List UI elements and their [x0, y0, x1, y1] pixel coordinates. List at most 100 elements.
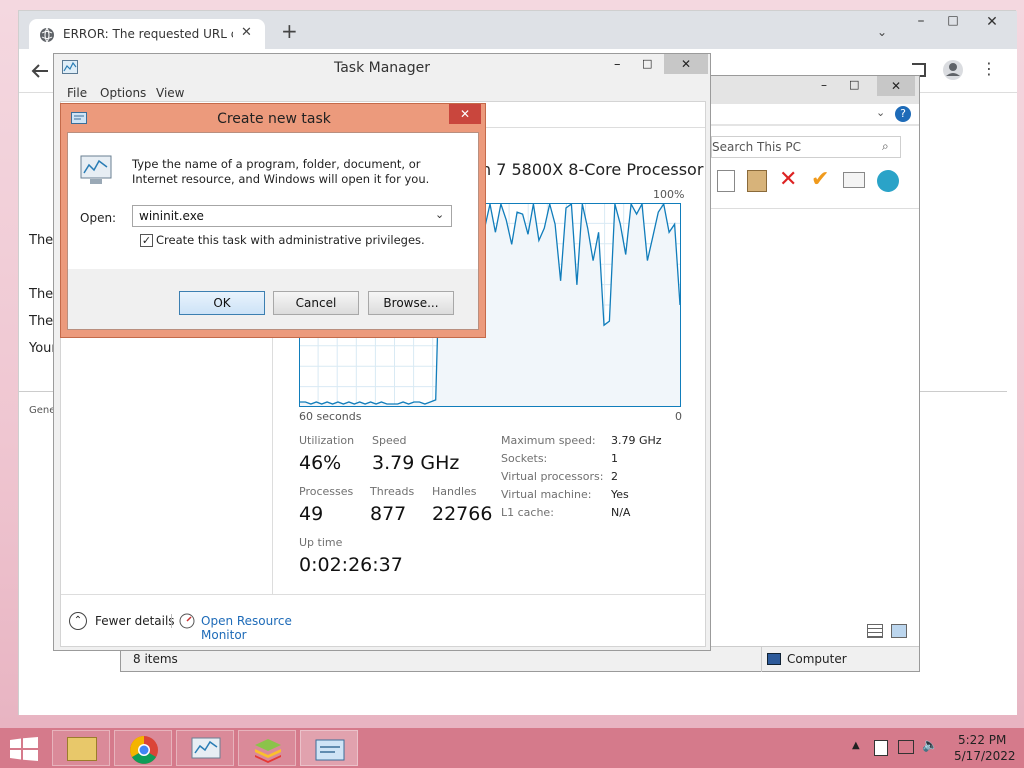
open-resource-monitor-label: Open Resource Monitor: [201, 614, 292, 642]
computer-icon: [767, 653, 781, 665]
back-arrow-icon[interactable]: [31, 63, 49, 79]
dialog-description: Type the name of a program, folder, docu…: [132, 157, 430, 186]
handles-label: Handles: [432, 485, 477, 498]
open-resource-monitor-link[interactable]: Open Resource Monitor: [179, 612, 339, 642]
spec-value: Yes: [611, 488, 629, 501]
browse-button[interactable]: Browse...: [368, 291, 454, 315]
tm-maximize-button[interactable]: □: [642, 57, 652, 70]
dialog-content-area: Type the name of a program, folder, docu…: [68, 133, 478, 269]
utilization-label: Utilization: [299, 434, 355, 447]
task-manager-large-icon: [80, 155, 112, 184]
run-dialog-taskbar-button[interactable]: [300, 730, 358, 766]
windows-start-icon[interactable]: [10, 737, 38, 761]
tab-close-icon[interactable]: ✕: [241, 25, 252, 40]
tm-minimize-button[interactable]: –: [614, 57, 621, 72]
dialog-body: Type the name of a program, folder, docu…: [67, 132, 479, 330]
file-explorer-taskbar-button[interactable]: [52, 730, 110, 766]
ribbon-chevron-icon[interactable]: ⌄: [876, 106, 885, 119]
run-taskbar-icon: [315, 739, 345, 761]
ok-button[interactable]: OK: [179, 291, 265, 315]
cancel-button[interactable]: Cancel: [273, 291, 359, 315]
graph-max-label: 100%: [653, 188, 685, 201]
open-input[interactable]: wininit.exe: [139, 209, 204, 223]
show-hidden-icons-icon[interactable]: ▲: [852, 740, 860, 751]
paste-icon[interactable]: [747, 170, 767, 192]
folder-icon: [67, 737, 97, 761]
network-icon[interactable]: [898, 740, 914, 754]
details-view-icon[interactable]: [867, 624, 883, 638]
speed-value: 3.79 GHz: [372, 452, 460, 474]
dialog-close-button[interactable]: ✕: [449, 104, 481, 124]
open-combobox[interactable]: wininit.exe ⌄: [132, 205, 452, 227]
explorer-view-toggle: [867, 624, 913, 640]
maximize-button[interactable]: □: [941, 13, 965, 33]
speed-label: Speed: [372, 434, 407, 447]
chevron-up-icon: ⌃: [69, 612, 87, 630]
tm-close-button[interactable]: ✕: [664, 54, 708, 74]
explorer-window-controls: – □ ✕: [821, 76, 919, 98]
uptime-label: Up time: [299, 536, 343, 549]
bluestacks-icon: [255, 739, 281, 763]
spec-value: N/A: [611, 506, 631, 519]
explorer-top-panel: Search This PC ⌕ ✕ ✔: [711, 126, 919, 286]
explorer-divider: [711, 208, 919, 209]
properties-icon[interactable]: [843, 172, 865, 188]
admin-checkbox[interactable]: ✓: [140, 234, 153, 247]
large-icons-view-icon[interactable]: [891, 624, 907, 638]
checkmark-icon[interactable]: ✔: [811, 168, 829, 192]
admin-checkbox-row[interactable]: ✓ Create this task with administrative p…: [140, 233, 460, 249]
explorer-minimize-button[interactable]: –: [821, 78, 827, 92]
explorer-ribbon-bar: ⌄ ?: [711, 104, 919, 124]
profile-avatar-icon[interactable]: [942, 59, 964, 81]
menu-file[interactable]: File: [67, 86, 87, 100]
minimize-button[interactable]: –: [909, 13, 933, 33]
tab-search-chevron-icon[interactable]: ⌄: [877, 25, 887, 39]
items-count: 8 items: [133, 652, 178, 666]
processes-value: 49: [299, 503, 324, 525]
page-line-3: The: [29, 314, 54, 329]
new-tab-button[interactable]: +: [281, 21, 298, 41]
handles-value: 22766: [432, 503, 493, 525]
explorer-close-button[interactable]: ✕: [877, 76, 915, 96]
clock-date[interactable]: 5/17/2022: [954, 749, 1016, 763]
explorer-search-input: Search This PC: [712, 140, 801, 154]
chrome-tab[interactable]: ERROR: The requested URL could ✕: [29, 19, 265, 49]
explorer-maximize-button[interactable]: □: [849, 78, 859, 91]
menu-dots-icon[interactable]: ⋮: [981, 59, 997, 78]
spec-key: Sockets:: [501, 452, 548, 465]
chrome-tab-bar: ERROR: The requested URL could ✕ + ⌄ – □…: [19, 11, 1017, 49]
fewer-details-label: Fewer details: [95, 614, 175, 628]
copy-icon[interactable]: [717, 170, 735, 192]
graph-left-label: 60 seconds: [299, 410, 362, 423]
explorer-main-area: [711, 286, 919, 646]
menu-options[interactable]: Options: [100, 86, 146, 100]
delete-icon[interactable]: ✕: [779, 168, 797, 192]
task-manager-taskbar-button[interactable]: [176, 730, 234, 766]
close-window-button[interactable]: ✕: [977, 14, 1007, 34]
menu-view[interactable]: View: [156, 86, 184, 100]
clock-time[interactable]: 5:22 PM: [958, 733, 1006, 747]
open-label: Open:: [80, 211, 117, 225]
chevron-down-icon[interactable]: ⌄: [435, 208, 444, 221]
network-globe-icon[interactable]: [877, 170, 899, 192]
fewer-details-button[interactable]: ⌃ Fewer details: [69, 612, 179, 630]
bluestacks-taskbar-button[interactable]: [238, 730, 296, 766]
spec-key: Virtual processors:: [501, 470, 604, 483]
processes-label: Processes: [299, 485, 354, 498]
search-icon[interactable]: ⌕: [882, 139, 889, 154]
action-center-icon[interactable]: [874, 740, 888, 756]
status-separator: [761, 647, 762, 672]
page-footer-text: Gene: [29, 405, 56, 416]
uptime-value: 0:02:26:37: [299, 554, 403, 576]
task-manager-menubar: File Options View: [54, 84, 710, 102]
task-manager-taskbar-icon: [191, 737, 221, 759]
explorer-search-box[interactable]: Search This PC ⌕: [711, 136, 901, 158]
explorer-toolbar-icons: ✕ ✔: [717, 168, 913, 194]
spec-value: 2: [611, 470, 618, 483]
utilization-value: 46%: [299, 452, 342, 474]
help-icon[interactable]: ?: [895, 106, 911, 122]
tm-footer-divider: [61, 594, 705, 595]
spec-value: 3.79 GHz: [611, 434, 662, 447]
chrome-taskbar-button[interactable]: [114, 730, 172, 766]
volume-muted-icon[interactable]: 🔈: [922, 738, 938, 753]
